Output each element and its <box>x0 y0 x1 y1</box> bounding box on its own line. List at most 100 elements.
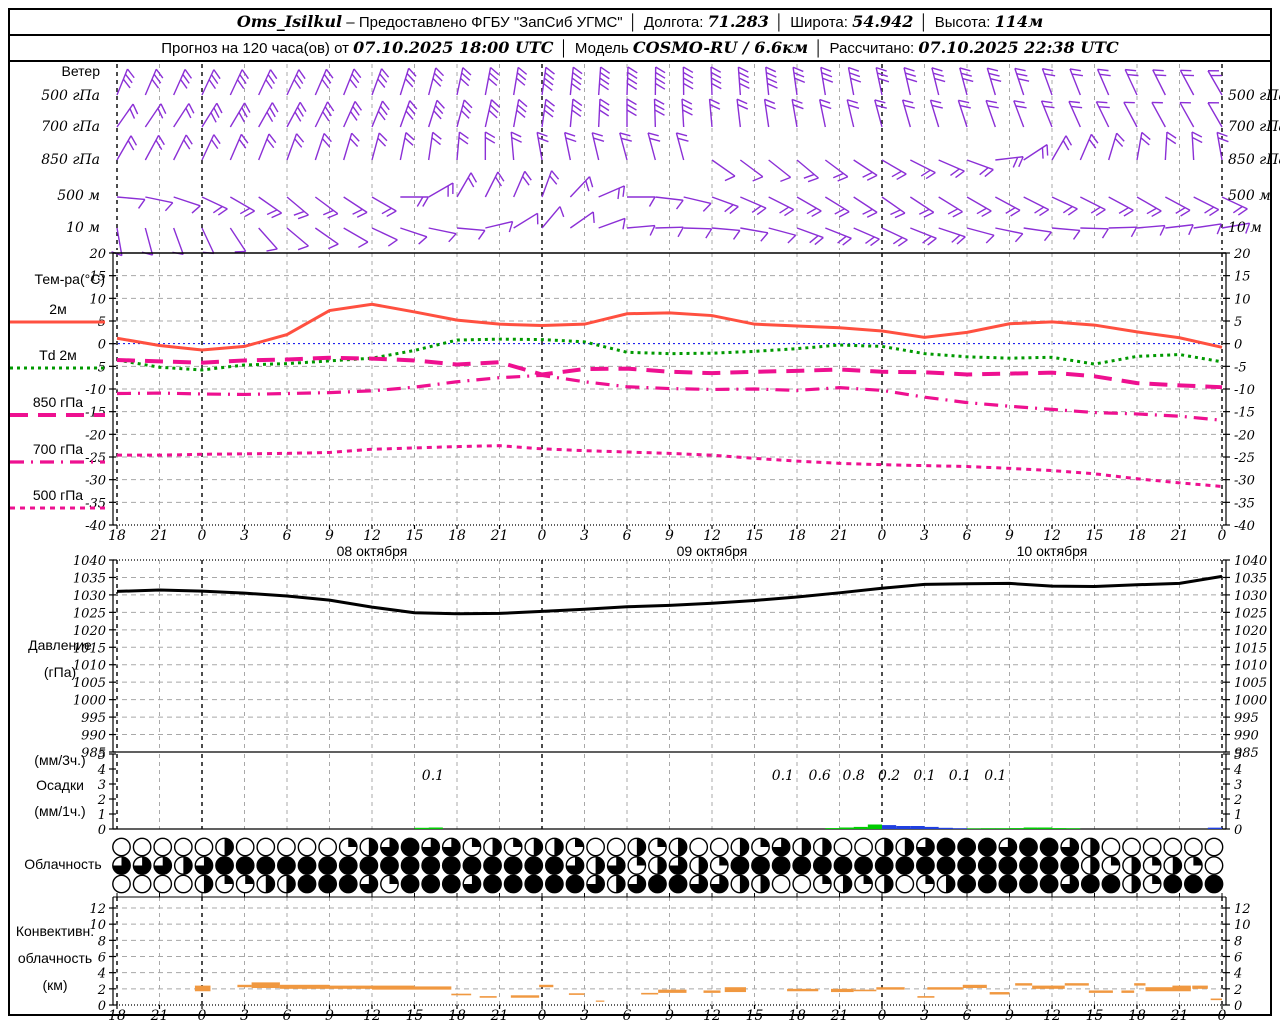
hour-label-bottom: 21 <box>1170 1008 1189 1024</box>
hour-label-bottom: 15 <box>406 1008 424 1024</box>
convective-cloud-bar <box>1192 985 1208 989</box>
cloud-okta-symbol <box>895 874 915 894</box>
precip-amount-label: 0.8 <box>843 768 865 784</box>
cloud-okta-symbol <box>173 874 193 894</box>
precip-bar <box>1037 827 1052 829</box>
pressure-ytick-left: 1030 <box>73 589 106 604</box>
meteogram-canvas: 2020151510105500-5-5-10-10-15-15-20-20-2… <box>10 63 1280 1024</box>
wind-level-label-right: 500 м <box>1228 188 1271 204</box>
convective-cloud-bar <box>237 984 252 988</box>
precip-unit-3h: (мм/3ч.) <box>34 752 85 768</box>
precip-amount-label: 0.1 <box>984 768 1006 784</box>
pressure-ytick-right: 990 <box>1234 729 1259 744</box>
hour-label-bottom: 12 <box>363 1008 381 1024</box>
pressure-ytick-right: 1000 <box>1234 694 1267 709</box>
conv-ytick-left: 12 <box>89 902 106 917</box>
hour-label: 12 <box>363 528 381 544</box>
precip-bar <box>952 828 967 829</box>
cloud-okta-symbol <box>709 837 729 857</box>
temp-ytick-right: -10 <box>1234 383 1255 398</box>
convective-cloud-bar <box>1032 985 1065 989</box>
hour-label: 0 <box>538 528 547 544</box>
conv-ytick-right: 0 <box>1234 999 1242 1014</box>
convective-cloud-bar <box>479 996 497 998</box>
cloud-okta-symbol <box>689 837 709 857</box>
hour-label: 15 <box>1086 528 1104 544</box>
wind-level-label-right: 850 гПа <box>1228 152 1280 168</box>
hour-label-bottom: 21 <box>830 1008 849 1024</box>
convective-title: Конвективн. <box>16 923 94 939</box>
convective-cloud-bar <box>1172 985 1191 989</box>
convective-cloud-bar <box>876 987 905 990</box>
legend-entry-label: 500 гПа <box>33 487 83 503</box>
cloudiness-panel <box>112 837 1226 898</box>
temp-ytick-right: -35 <box>1234 496 1255 511</box>
cloud-okta-symbol <box>1142 837 1162 857</box>
hour-label: 6 <box>963 528 972 544</box>
hour-label-bottom: 6 <box>623 1008 632 1024</box>
cloud-okta-symbol <box>153 837 173 857</box>
convective-cloud-bar <box>724 987 746 993</box>
precip-ytick-right: 0 <box>1234 823 1242 838</box>
precip-amount-label: 0.1 <box>422 768 444 784</box>
hour-label: 6 <box>283 528 292 544</box>
temp-ytick-right: -15 <box>1234 406 1255 421</box>
precip-amount-label: 0.1 <box>772 768 794 784</box>
precip-ytick-right: 4 <box>1233 763 1242 778</box>
precip-bar <box>428 827 443 829</box>
temp-ytick-right: -40 <box>1234 519 1255 534</box>
hour-label: 18 <box>1128 528 1146 544</box>
hour-label-bottom: 6 <box>283 1008 292 1024</box>
conv-ytick-left: 0 <box>98 999 106 1014</box>
precip-bar <box>414 827 429 829</box>
precip-ytick-left: 0 <box>98 823 106 838</box>
hour-label: 0 <box>1218 528 1227 544</box>
pressure-ytick-left: 1005 <box>73 676 106 691</box>
cloud-okta-symbol <box>132 837 152 857</box>
cloud-okta-symbol <box>194 837 214 857</box>
convective-cloud-bar <box>917 996 935 998</box>
convective-cloud-bar <box>568 993 585 995</box>
pressure-ytick-right: 1040 <box>1234 554 1267 569</box>
conv-ytick-right: 8 <box>1234 934 1242 949</box>
conv-ytick-right: 6 <box>1234 951 1242 966</box>
convective-cloud-bar <box>329 985 372 989</box>
convective-cloud-bar <box>962 984 987 989</box>
cloud-okta-symbol <box>235 837 255 857</box>
hour-label: 21 <box>830 528 849 544</box>
precip-ytick-right: 1 <box>1234 808 1242 823</box>
pressure-ytick-left: 1040 <box>73 554 106 569</box>
hour-label: 6 <box>623 528 632 544</box>
convective-cloud-bar <box>1134 983 1146 986</box>
hour-label-bottom: 21 <box>150 1008 169 1024</box>
convective-cloud-bar <box>658 989 687 993</box>
hour-label-bottom: 12 <box>703 1008 721 1024</box>
conv-ytick-left: 4 <box>97 967 106 982</box>
precip-ytick-right: 3 <box>1234 778 1242 793</box>
convective-cloud-bar <box>595 1000 605 1002</box>
temp-ytick-left: 10 <box>89 292 106 307</box>
precip-bar <box>967 828 982 829</box>
hour-label: 21 <box>150 528 169 544</box>
wind-level-row <box>116 131 1229 183</box>
temp-ytick-right: -30 <box>1234 474 1255 489</box>
pressure-ytick-right: 995 <box>1234 711 1259 726</box>
convective-cloud-bar <box>372 985 415 990</box>
cloud-okta-symbol <box>833 837 853 857</box>
hour-label-bottom: 9 <box>665 1008 674 1024</box>
cloud-okta-symbol <box>606 837 626 857</box>
hour-label-bottom: 18 <box>448 1008 466 1024</box>
hour-label-bottom: 0 <box>198 1008 207 1024</box>
precip-bar <box>995 828 1010 829</box>
hour-label-bottom: 18 <box>108 1008 126 1024</box>
temp-ytick-left: -30 <box>85 474 106 489</box>
convective-cloud-bar <box>194 985 211 992</box>
hour-label-bottom: 3 <box>920 1008 929 1024</box>
precip-bar <box>896 826 911 829</box>
pressure-ytick-left: 1035 <box>73 571 106 586</box>
cloud-okta-symbol <box>1163 837 1183 857</box>
convective-cloud-bar <box>1015 983 1033 986</box>
precip-bar <box>981 828 996 829</box>
hour-label: 0 <box>878 528 887 544</box>
pressure-ytick-left: 995 <box>81 711 106 726</box>
